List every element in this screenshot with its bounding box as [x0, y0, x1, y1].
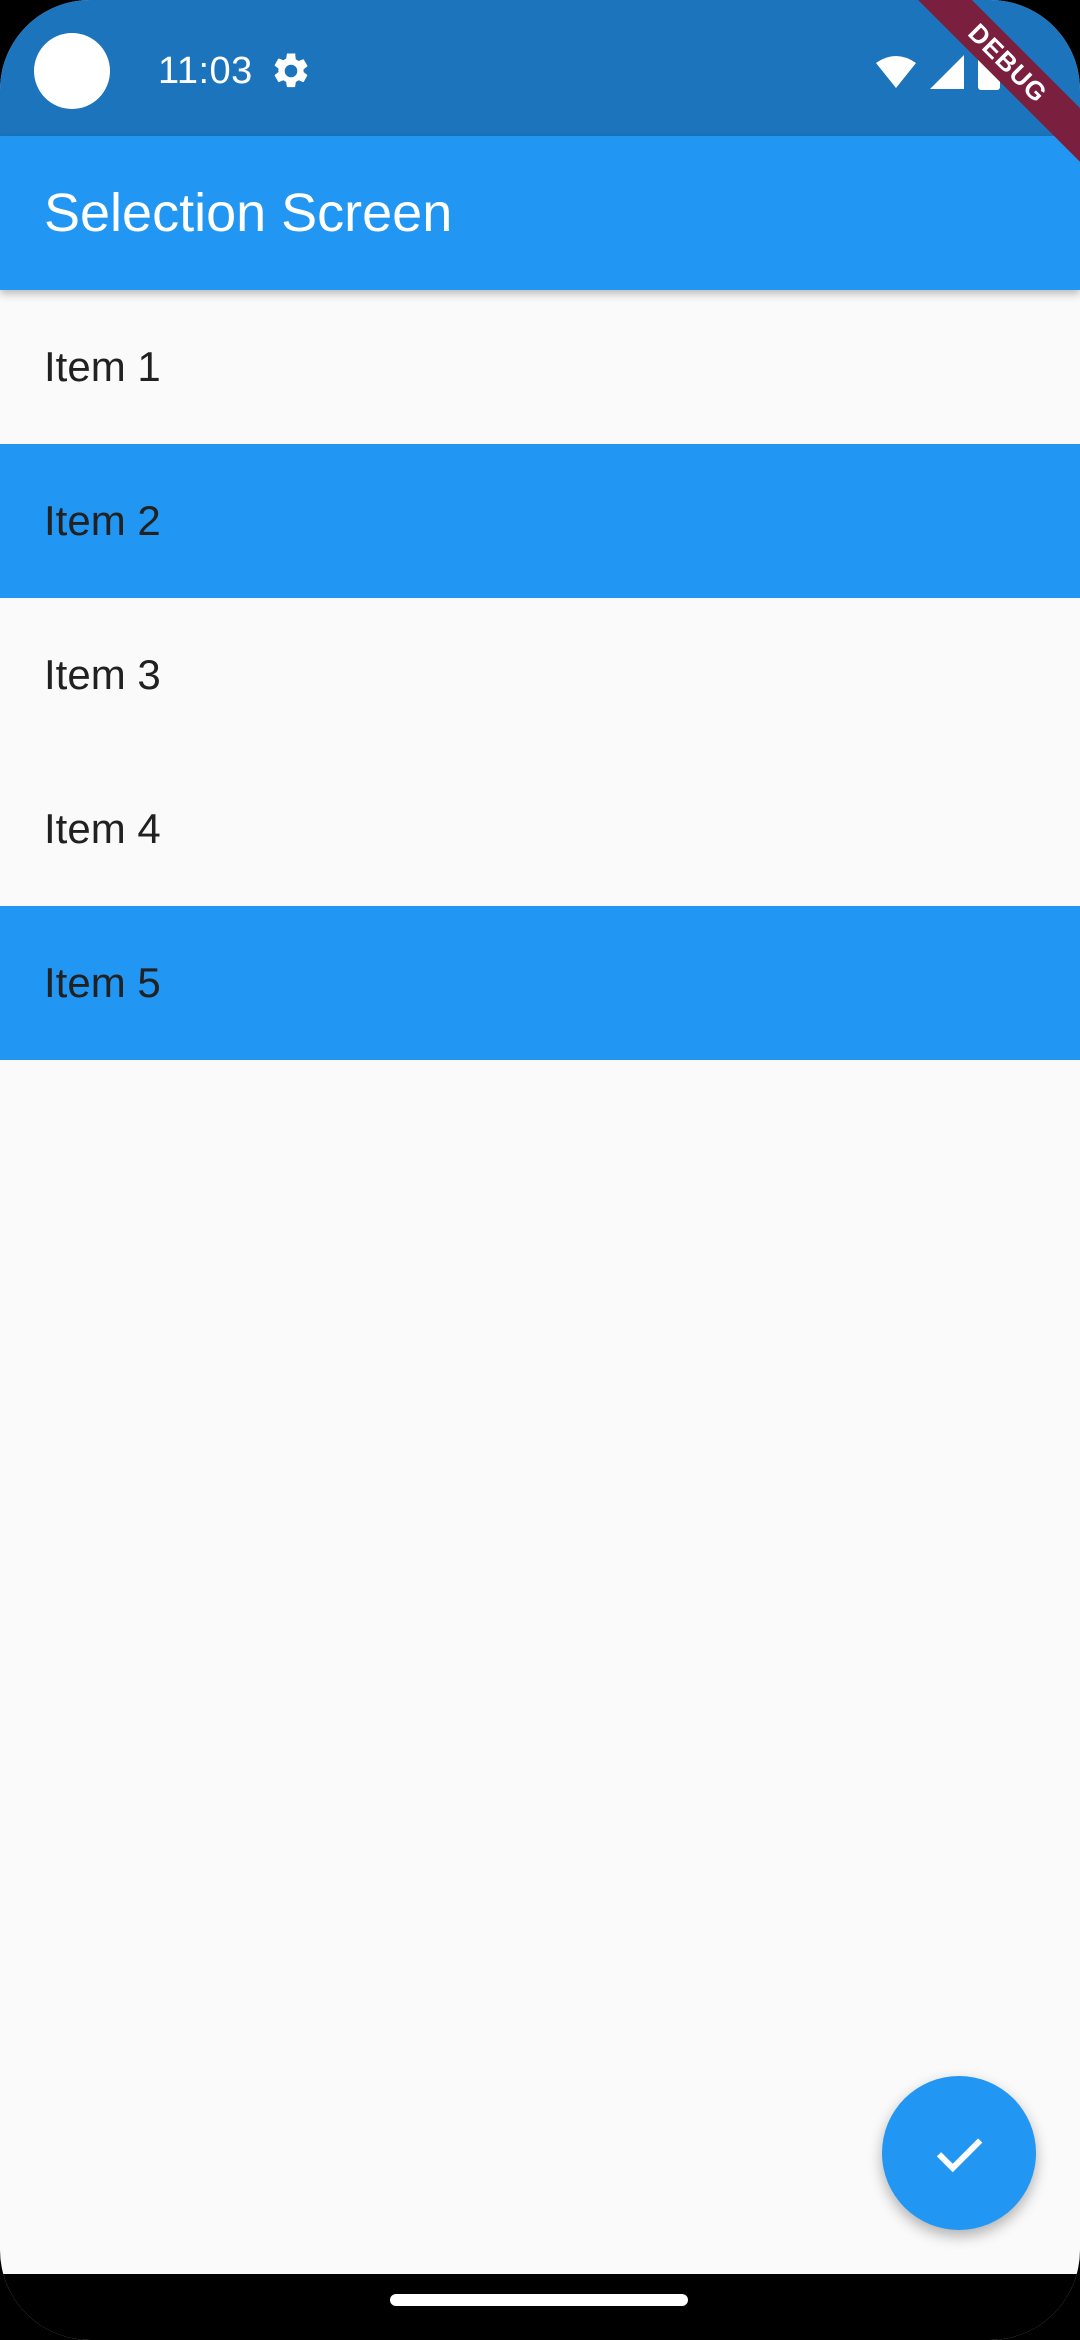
list-item-label: Item 5 [44, 959, 161, 1006]
selection-list: Item 1 Item 2 Item 3 Item 4 Item 5 [0, 290, 1080, 1060]
phone-screen: 11:03 DEBUG Selection Screen Item 1 Item… [0, 0, 1080, 2340]
app-bar-title: Selection Screen [44, 183, 453, 243]
system-nav-bar [0, 2274, 1080, 2340]
confirm-fab-button[interactable] [882, 2076, 1036, 2230]
check-icon [936, 2138, 983, 2173]
wifi-icon [876, 56, 916, 88]
list-item[interactable]: Item 2 [0, 444, 1080, 598]
list-item[interactable]: Item 3 [0, 598, 1080, 752]
list-item-label: Item 4 [44, 805, 161, 852]
app-bar: Selection Screen [0, 136, 1080, 290]
home-indicator[interactable] [390, 2294, 688, 2306]
list-item[interactable]: Item 1 [0, 290, 1080, 444]
list-item-label: Item 2 [44, 497, 161, 544]
list-item[interactable]: Item 4 [0, 752, 1080, 906]
list-item-label: Item 1 [44, 343, 161, 390]
camera-cutout [34, 33, 110, 109]
status-bar: 11:03 [0, 0, 1080, 136]
list-item-label: Item 3 [44, 651, 161, 698]
list-item[interactable]: Item 5 [0, 906, 1080, 1060]
settings-icon [274, 53, 308, 88]
status-time: 11:03 [158, 50, 253, 92]
signal-icon [930, 55, 964, 89]
